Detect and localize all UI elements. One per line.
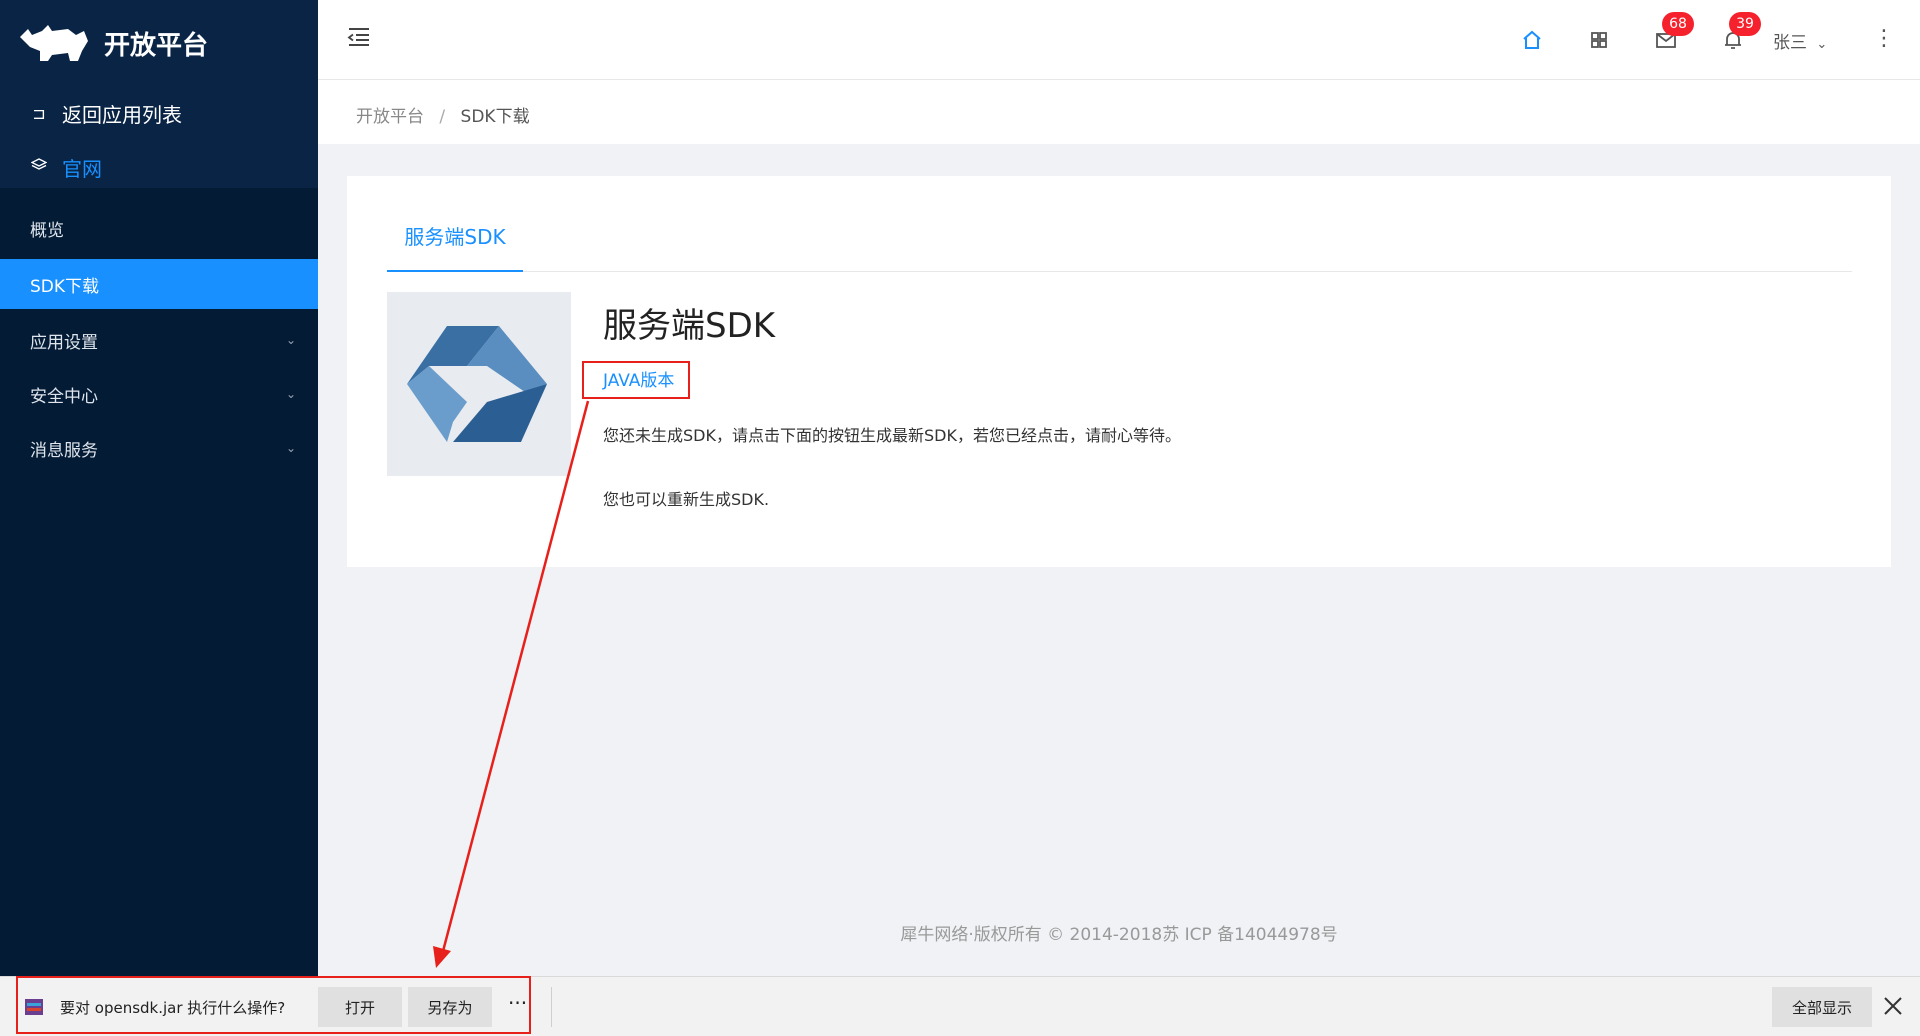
rhino-logo xyxy=(20,25,88,61)
breadcrumb-separator: / xyxy=(439,107,446,127)
menu-toggle-icon[interactable] xyxy=(346,24,372,50)
sidebar-item-message-service[interactable]: 消息服务 ⌄ xyxy=(0,422,318,474)
download-bar: 要对 opensdk.jar 执行什么操作? 打开 另存为 ··· 全部显示 xyxy=(0,976,1920,1036)
sdk-card: 服务端SDK 服务端SDK JAVA版本 您还未生成SDK，请点击下面的按钮生成… xyxy=(347,176,1891,567)
back-label: 返回应用列表 xyxy=(62,102,182,127)
website-label: 官网 xyxy=(62,156,102,181)
sidebar-item-app-settings[interactable]: 应用设置 ⌄ xyxy=(0,314,318,366)
sidebar-item-label: 概览 xyxy=(30,220,64,241)
close-icon[interactable] xyxy=(1882,995,1904,1017)
jar-file-icon xyxy=(25,999,43,1015)
username: 张三 xyxy=(1773,33,1807,53)
sdk-regenerate-hint: 您也可以重新生成SDK. xyxy=(603,490,770,509)
chevron-down-icon: ⌄ xyxy=(285,441,296,455)
open-button[interactable]: 打开 xyxy=(318,987,402,1027)
show-all-button[interactable]: 全部显示 xyxy=(1772,987,1872,1027)
java-version-link[interactable]: JAVA版本 xyxy=(603,366,674,391)
mail-button[interactable]: 68 xyxy=(1654,12,1694,52)
sidebar-item-label: SDK下载 xyxy=(30,276,100,297)
apps-grid-icon[interactable] xyxy=(1587,28,1611,52)
back-to-app-list[interactable]: ⊐ 返回应用列表 xyxy=(0,86,318,140)
sidebar-top: 开放平台 ⊐ 返回应用列表 官网 xyxy=(0,0,318,188)
sdk-description: 您还未生成SDK，请点击下面的按钮生成最新SDK，若您已经点击，请耐心等待。 xyxy=(603,426,1181,445)
more-vertical-icon[interactable]: ⋮ xyxy=(1873,26,1895,51)
website-link[interactable]: 官网 xyxy=(0,140,318,194)
sidebar-item-sdk-download[interactable]: SDK下载 xyxy=(0,259,318,309)
sidebar-item-label: 应用设置 xyxy=(30,332,98,353)
sidebar-item-label: 消息服务 xyxy=(30,440,98,461)
home-icon[interactable] xyxy=(1520,28,1544,52)
sdk-logo xyxy=(387,292,571,476)
breadcrumb-current: SDK下载 xyxy=(460,107,530,127)
breadcrumb: 开放平台 / SDK下载 xyxy=(318,80,1920,144)
notification-button[interactable]: 39 xyxy=(1721,12,1761,52)
chevron-down-icon: ⌄ xyxy=(1816,37,1828,52)
sidebar-item-label: 安全中心 xyxy=(30,386,98,407)
more-options-button[interactable]: ··· xyxy=(508,991,527,1015)
layers-icon xyxy=(30,157,48,177)
footer-copyright: 犀牛网络·版权所有 © 2014-2018苏 ICP 备14044978号 xyxy=(900,925,1338,945)
mail-badge: 68 xyxy=(1662,12,1694,36)
top-header: 68 39 张三 ⌄ ⋮ xyxy=(318,0,1920,80)
sidebar: 开放平台 ⊐ 返回应用列表 官网 概览 SDK下载 应用设置 ⌄ 安全中心 ⌄ … xyxy=(0,0,318,976)
tab-server-sdk[interactable]: 服务端SDK xyxy=(387,216,523,272)
divider xyxy=(551,987,552,1027)
tab-bar: 服务端SDK xyxy=(387,216,1852,272)
notification-badge: 39 xyxy=(1729,12,1761,36)
save-as-button[interactable]: 另存为 xyxy=(408,987,492,1027)
chevron-down-icon: ⌄ xyxy=(285,333,296,347)
sidebar-item-overview[interactable]: 概览 xyxy=(0,202,318,254)
sdk-logo-graphic xyxy=(407,326,547,442)
download-prompt: 要对 opensdk.jar 执行什么操作? xyxy=(60,999,286,1017)
app-title: 开放平台 xyxy=(104,30,209,61)
sidebar-nav: 概览 SDK下载 应用设置 ⌄ 安全中心 ⌄ 消息服务 ⌄ xyxy=(0,188,318,474)
sdk-title: 服务端SDK xyxy=(603,306,776,346)
brand[interactable]: 开放平台 xyxy=(0,0,318,86)
sidebar-item-security-center[interactable]: 安全中心 ⌄ xyxy=(0,368,318,420)
back-icon: ⊐ xyxy=(32,103,46,123)
breadcrumb-root[interactable]: 开放平台 xyxy=(356,107,424,127)
user-menu[interactable]: 张三 ⌄ xyxy=(1773,28,1827,53)
chevron-down-icon: ⌄ xyxy=(285,387,296,401)
